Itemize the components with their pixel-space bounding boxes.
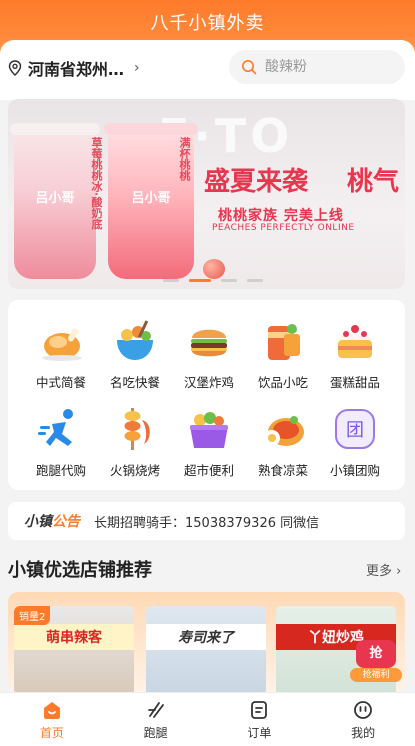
food-bowl-icon: [112, 318, 158, 364]
category-item[interactable]: 名吃快餐: [100, 318, 170, 391]
tab-label: 首页: [39, 725, 64, 740]
category-label: 蛋糕甜品: [329, 375, 380, 390]
search-icon: [242, 60, 257, 75]
category-item[interactable]: 汉堡炸鸡: [174, 318, 244, 391]
pagination-dot[interactable]: [163, 279, 179, 282]
bottom-tab-bar: 首页 跑腿 订单 我的: [0, 692, 415, 746]
category-item[interactable]: 饮品小吃: [248, 318, 318, 391]
group-buy-icon: 团: [332, 406, 378, 452]
drink-cup-image: 吕小哥: [10, 123, 100, 279]
section-title: 小镇优选店铺推荐: [8, 560, 152, 581]
tab-label: 订单: [247, 725, 272, 740]
category-label: 名吃快餐: [109, 375, 160, 390]
order-icon: [251, 700, 268, 719]
tab-label: 我的: [351, 725, 376, 740]
cup2-label: 满杯桃桃: [178, 137, 191, 181]
cup1-label: 草莓桃桃冰·酸奶底: [90, 137, 103, 230]
category-label: 小镇团购: [329, 463, 380, 478]
tab-profile[interactable]: 我的: [311, 693, 415, 746]
burger-icon: [186, 318, 232, 364]
category-label: 火锅烧烤: [109, 463, 160, 478]
category-item[interactable]: 跑腿代购: [26, 406, 96, 479]
cake-icon: [332, 318, 378, 364]
category-label: 超市便利: [183, 463, 234, 478]
search-bar[interactable]: [229, 50, 405, 84]
app-title: 八千小镇外卖: [150, 13, 265, 34]
skewer-icon: [112, 406, 158, 452]
tab-orders[interactable]: 订单: [208, 693, 312, 746]
category-label: 汉堡炸鸡: [183, 375, 234, 390]
category-item[interactable]: 火锅烧烤: [100, 406, 170, 479]
announcement-badge: 小镇公告: [24, 511, 80, 531]
category-item[interactable]: 中式简餐: [26, 318, 96, 391]
banner-subtitle: 桃桃家族 完美上线: [218, 208, 344, 224]
home-icon: [43, 701, 60, 719]
grab-button-label: 抢: [356, 640, 396, 668]
tab-errand[interactable]: 跑腿: [104, 693, 208, 746]
banner-pagination: [163, 279, 263, 282]
pagination-dot[interactable]: [189, 279, 211, 282]
category-label: 饮品小吃: [257, 375, 308, 390]
shop-card[interactable]: 寿司来了: [146, 606, 266, 692]
pagination-dot[interactable]: [221, 279, 237, 282]
banner-english: PEACHES PERFECTLY ONLINE: [212, 223, 355, 233]
category-item[interactable]: 团 小镇团购: [320, 406, 390, 479]
sales-badge: 销量2: [14, 606, 51, 625]
location-pin-icon: [8, 60, 22, 76]
basket-icon: [186, 406, 232, 452]
announcement-text: 长期招聘骑手：15038379326 同微信: [94, 515, 320, 531]
profile-icon: [354, 700, 373, 719]
category-label: 中式简餐: [35, 375, 86, 390]
cold-dish-icon: [260, 406, 306, 452]
search-input[interactable]: [265, 59, 385, 75]
location-selector[interactable]: 河南省郑州… ›: [8, 56, 140, 80]
more-link[interactable]: 更多 ›: [366, 560, 401, 579]
grab-coupon-button[interactable]: 抢 抢福利: [350, 640, 402, 682]
banner-headline-right: 桃气: [347, 167, 400, 197]
promo-banner[interactable]: E·TO 吕小哥 草莓桃桃冰·酸奶底 吕小哥 满杯桃桃 盛夏来袭 桃气 桃桃家族…: [8, 99, 405, 289]
cup-brand: 吕小哥: [35, 191, 75, 206]
grab-tag-label: 抢福利: [350, 668, 402, 682]
category-item[interactable]: 熟食凉菜: [248, 406, 318, 479]
errand-icon: [147, 701, 164, 718]
category-item[interactable]: 蛋糕甜品: [320, 318, 390, 391]
location-text: 河南省郑州…: [28, 60, 125, 79]
shop-carousel: 萌串辣客 销量2 寿司来了 丫妞炒鸡: [8, 592, 405, 692]
badge-part-a: 小镇: [24, 514, 52, 530]
svg-text:团: 团: [346, 420, 364, 441]
chevron-right-icon: ›: [134, 60, 140, 76]
shop-card[interactable]: 萌串辣客 销量2: [14, 606, 134, 692]
pagination-dot[interactable]: [247, 279, 263, 282]
shop-sign: 寿司来了: [146, 624, 266, 650]
tab-home[interactable]: 首页: [0, 693, 104, 746]
shop-sign: 萌串辣客: [14, 624, 134, 650]
category-label: 跑腿代购: [35, 463, 86, 478]
category-grid: 中式简餐 名吃快餐 汉堡炸鸡 饮品小吃 蛋糕甜品 跑腿代购 火锅烧烤 超市便利 …: [8, 300, 405, 490]
banner-headline: 盛夏来袭: [204, 167, 309, 197]
announcement-bar[interactable]: 小镇公告 长期招聘骑手：15038379326 同微信: [8, 502, 405, 540]
tab-label: 跑腿: [143, 725, 168, 740]
runner-icon: [38, 406, 84, 452]
drink-cup-icon: [260, 318, 306, 364]
peach-image: [203, 259, 225, 279]
category-item[interactable]: 超市便利: [174, 406, 244, 479]
badge-part-b: 公告: [52, 514, 80, 530]
roast-chicken-icon: [38, 318, 84, 364]
category-label: 熟食凉菜: [257, 463, 308, 478]
